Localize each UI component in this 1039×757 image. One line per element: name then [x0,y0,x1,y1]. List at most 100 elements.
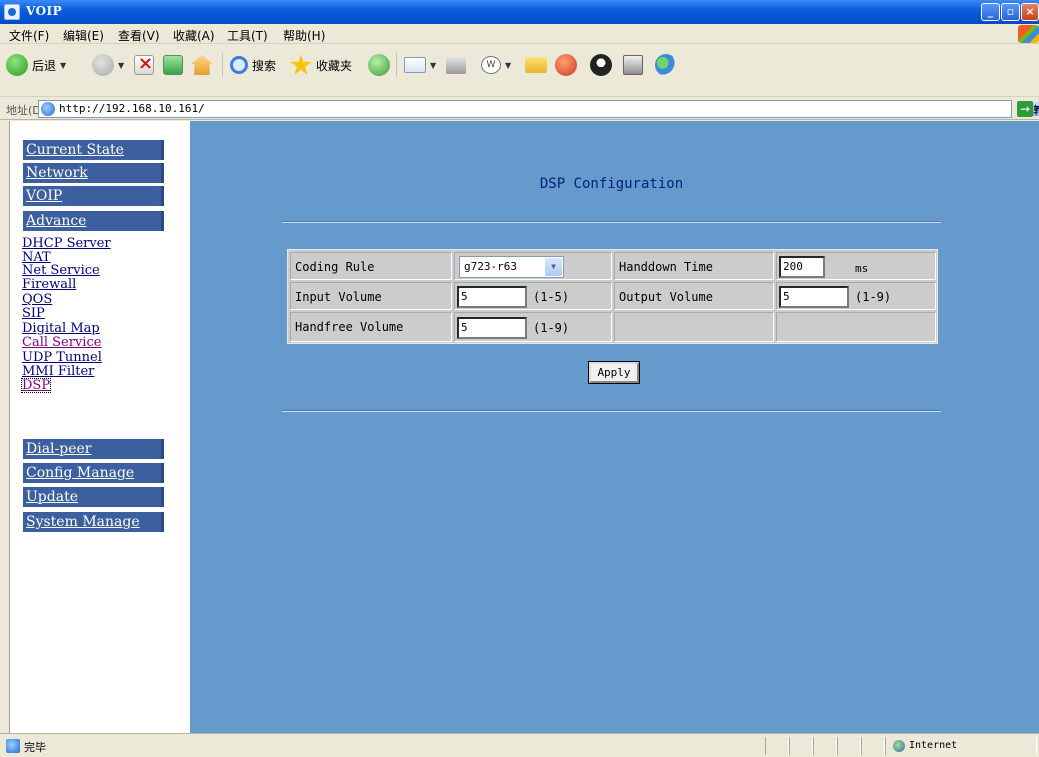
sidebar-nav: Current State Network VOIP Advance DHCP … [10,121,190,733]
nav-voip[interactable]: VOIP [23,186,164,206]
home-button[interactable] [191,53,213,77]
coding-rule-label: Coding Rule [295,260,375,274]
nav-sip[interactable]: SIP [22,307,45,320]
nav-update[interactable]: Update [23,487,164,507]
security-zone: Internet [909,740,958,751]
close-button[interactable]: × [1021,3,1039,21]
nav-advance[interactable]: Advance [23,211,164,231]
chevron-down-icon: ▼ [118,60,125,70]
coding-rule-value: g723-r63 [464,260,517,273]
home-icon [191,55,213,75]
mail-icon [404,57,426,73]
qq-button[interactable] [590,53,612,77]
calculator-icon [623,55,643,75]
nav-config-manage[interactable]: Config Manage [23,463,164,483]
nav-firewall[interactable]: Firewall [22,278,76,291]
ie-page-icon [6,739,20,753]
go-label[interactable]: 转到 [1033,102,1039,118]
handdown-time-input[interactable]: 200 [779,256,825,278]
maximize-button[interactable]: ▫ [1001,3,1020,21]
chevron-down-icon: ▼ [430,60,437,70]
divider [282,410,941,412]
chevron-down-icon: ▼ [60,60,67,70]
empty-cell [614,312,774,342]
input-volume-range: (1-5) [533,290,570,304]
favorites-button[interactable]: 收藏夹 [290,53,352,77]
nav-dial-peer[interactable]: Dial-peer [23,439,164,459]
nav-dhcp-server[interactable]: DHCP Server [22,237,111,250]
stop-icon [134,53,154,75]
menu-tools[interactable]: 工具(T) [227,27,268,44]
page-title: DSP Configuration [539,176,684,192]
output-volume-label: Output Volume [619,290,713,304]
menu-view[interactable]: 查看(V) [118,27,160,44]
nav-dsp[interactable]: DSP [20,378,52,393]
handfree-volume-label-cell: Handfree Volume [290,312,452,342]
status-pane [885,737,1037,755]
go-arrow-icon[interactable]: → [1017,101,1033,117]
divider [282,221,941,223]
coding-rule-select[interactable]: g723-r63 ▼ [459,256,564,278]
forward-button[interactable]: ▼ [92,53,124,77]
calculator-button[interactable] [623,53,643,77]
input-volume-input[interactable]: 5 [457,286,527,308]
window-title: VOIP [26,4,63,18]
chevron-down-icon: ▼ [505,60,512,70]
menu-edit[interactable]: 编辑(E) [63,27,104,44]
history-button[interactable] [368,53,390,77]
nav-current-state[interactable]: Current State [23,140,164,160]
handfree-volume-label: Handfree Volume [295,320,404,334]
nav-system-manage[interactable]: System Manage [23,512,164,532]
messenger-button[interactable] [655,53,677,77]
output-volume-input[interactable]: 5 [779,286,849,308]
folder-button[interactable] [525,53,547,77]
status-bar: 完毕 Internet [0,733,1039,757]
toolbar-separator [222,53,223,77]
people-button[interactable] [555,53,577,77]
nav-digital-map[interactable]: Digital Map [22,322,100,335]
nav-call-service[interactable]: Call Service [22,336,101,349]
status-pane [813,737,837,755]
menu-favorites[interactable]: 收藏(A) [173,27,215,44]
handdown-unit: ms [855,262,869,275]
minimize-button[interactable]: _ [981,3,1000,21]
nav-qos[interactable]: QOS [22,293,52,306]
refresh-button[interactable] [163,53,183,77]
nav-udp-tunnel[interactable]: UDP Tunnel [22,351,102,364]
coding-rule-cell: g723-r63 ▼ [454,252,612,280]
edit-button[interactable]: W ▼ [481,53,511,77]
handdown-value-cell: 200 ms [776,252,936,280]
chevron-down-icon: ▼ [545,258,562,276]
page-content: Current State Network VOIP Advance DHCP … [9,121,1039,733]
address-url: http://192.168.10.161/ [59,102,205,115]
coding-rule-label-cell: Coding Rule [290,252,452,280]
output-volume-label-cell: Output Volume [614,282,774,310]
status-pane [789,737,813,755]
status-pane [765,737,789,755]
dsp-config-table: Coding Rule g723-r63 ▼ Handdown Time 200… [287,249,938,344]
status-text: 完毕 [24,741,46,754]
back-button[interactable]: 后退 ▼ [6,53,66,77]
address-input[interactable]: http://192.168.10.161/ ▼ [38,100,1039,118]
messenger-icon [655,54,677,76]
search-button[interactable]: 搜索 [230,53,276,77]
handdown-time-label: Handdown Time [619,260,713,274]
people-icon [555,54,577,76]
nav-net-service[interactable]: Net Service [22,264,100,277]
refresh-icon [163,55,183,75]
mail-button[interactable]: ▼ [404,53,436,77]
menu-help[interactable]: 帮助(H) [283,27,325,44]
status-pane [837,737,861,755]
toolbar-separator [396,53,397,77]
apply-button[interactable]: Apply [588,361,640,384]
status-pane [861,737,885,755]
nav-mmi-filter[interactable]: MMI Filter [22,365,94,378]
nav-network[interactable]: Network [23,163,164,183]
menu-file[interactable]: 文件(F) [9,27,49,44]
globe-icon [893,740,905,752]
stop-button[interactable] [134,53,154,77]
input-volume-cell: 5 (1-5) [454,282,612,310]
handfree-volume-input[interactable]: 5 [457,317,527,339]
print-button[interactable] [446,53,466,77]
empty-cell [776,312,936,342]
